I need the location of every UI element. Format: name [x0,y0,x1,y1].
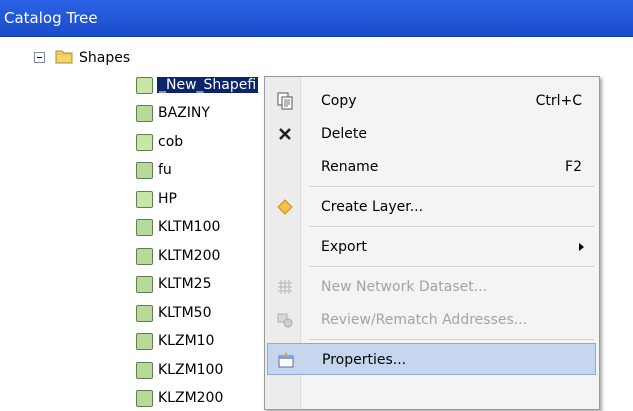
point-feature-class-icon [136,134,153,151]
polygon-feature-class-icon [136,276,153,293]
polygon-feature-class-icon [136,390,153,407]
polygon-feature-class-icon [136,333,153,350]
tree-item[interactable]: BAZINY [0,101,300,126]
menu-item-label: Delete [321,126,367,142]
tree-folder-shapes[interactable]: Shapes [0,46,300,71]
tree-item[interactable]: KLTM100 [0,215,300,240]
tree-item[interactable]: cob [0,130,300,155]
submenu-arrow-icon [579,243,584,251]
properties-icon [278,352,294,368]
menu-separator [309,339,594,340]
polygon-feature-class-icon [136,219,153,236]
menu-item-label: Rename [321,159,379,175]
tree-item-label: KLZM100 [158,362,224,378]
panel-title: Catalog Tree [4,9,98,27]
point-feature-class-icon [136,191,153,208]
point-feature-class-icon [136,77,153,94]
polygon-feature-class-icon [136,362,153,379]
delete-icon [279,128,291,140]
tree-item-label: fu [158,162,172,178]
tree-item-label: HP [158,191,177,207]
folder-icon [55,50,73,64]
tree-folder-label: Shapes [79,50,131,66]
menu-item-label: Create Layer... [321,199,424,215]
tree-item-label: BAZINY [158,105,210,121]
tree-item[interactable]: KLZM100 [0,358,300,383]
tree-item[interactable]: KLTM50 [0,301,300,326]
menu-separator [309,186,594,187]
tree-item[interactable]: HP [0,187,300,212]
menu-item-review-rematch: Review/Rematch Addresses... [267,304,596,336]
tree-item-label: KLTM50 [158,305,212,321]
menu-item-label: New Network Dataset... [321,279,488,295]
menu-item-label: Export [321,239,367,255]
copy-icon [277,92,293,110]
tree-item-label: KLZM10 [158,333,215,349]
tree-item[interactable]: KLTM25 [0,272,300,297]
polygon-feature-class-icon [136,162,153,179]
tree-item[interactable]: _New_Shapefi [0,73,300,98]
create-layer-icon [277,199,293,215]
menu-separator [309,266,594,267]
menu-item-shortcut: Ctrl+C [535,93,582,109]
menu-item-rename[interactable]: Rename F2 [267,151,596,183]
menu-item-label: Properties... [322,352,407,368]
menu-item-create-layer[interactable]: Create Layer... [267,191,596,223]
tree-item[interactable]: KLTM200 [0,244,300,269]
tree-item-label: _New_Shapefi [155,76,260,94]
menu-item-label: Copy [321,93,357,109]
context-menu: Copy Ctrl+C Delete Rename F2 Create Laye… [264,76,600,410]
polygon-feature-class-icon [136,105,153,122]
menu-item-new-network-dataset: New Network Dataset... [267,271,596,303]
catalog-tree-titlebar: Catalog Tree [0,0,633,37]
tree-item-label: KLTM100 [158,219,221,235]
tree-item[interactable]: KLZM200 [0,386,300,411]
tree-item-label: KLZM200 [158,390,224,406]
menu-item-properties[interactable]: Properties... [267,343,596,375]
polygon-feature-class-icon [136,305,153,322]
menu-item-delete[interactable]: Delete [267,118,596,150]
rematch-icon [277,313,293,328]
collapse-icon[interactable] [34,52,45,63]
tree-item-label: cob [158,134,184,150]
tree-item-label: KLTM25 [158,276,212,292]
menu-item-export[interactable]: Export [267,231,596,263]
tree-item[interactable]: fu [0,158,300,183]
menu-item-copy[interactable]: Copy Ctrl+C [267,85,596,117]
tree-item-label: KLTM200 [158,248,221,264]
menu-separator [309,226,594,227]
tree-item[interactable]: KLZM10 [0,329,300,354]
menu-item-label: Review/Rematch Addresses... [321,312,528,328]
menu-item-shortcut: F2 [565,159,582,175]
network-dataset-icon [278,280,292,294]
polygon-feature-class-icon [136,248,153,265]
